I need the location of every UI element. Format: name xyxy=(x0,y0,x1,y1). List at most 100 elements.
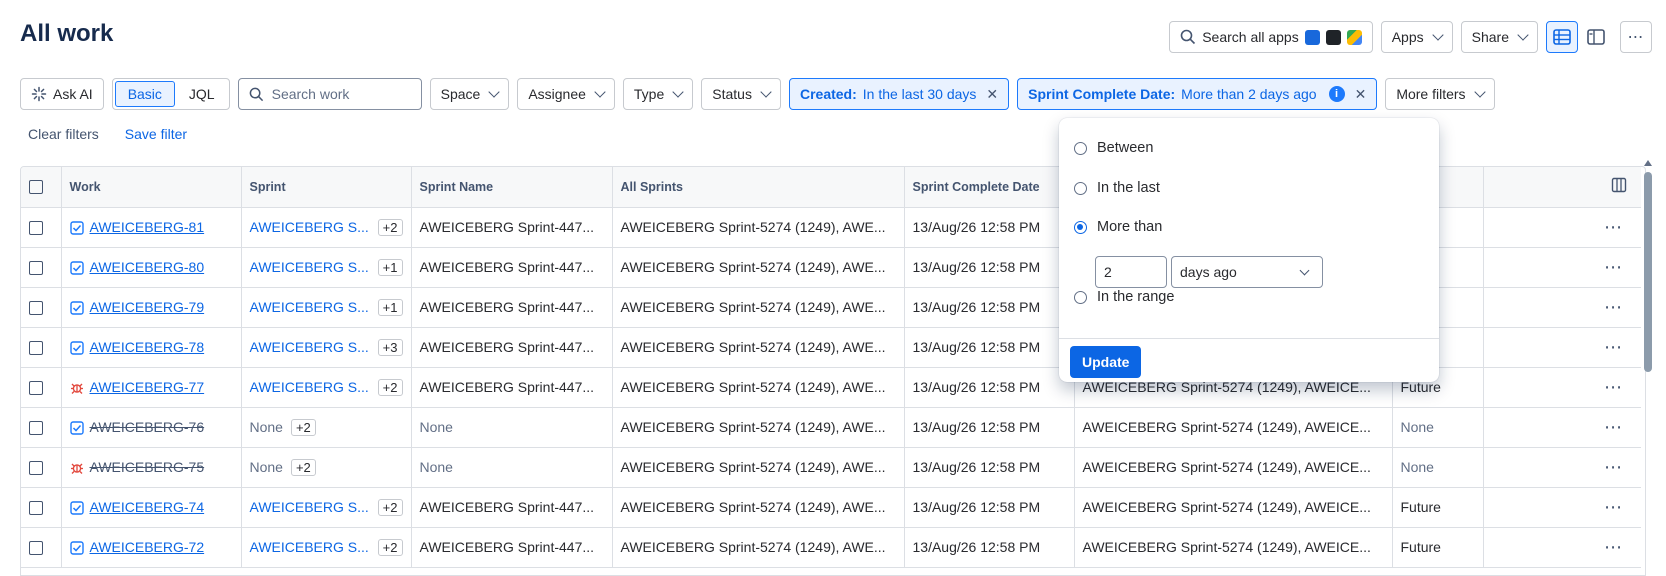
sprint-name-cell: None xyxy=(411,447,613,488)
work-key-link[interactable]: AWEICEBERG-77 xyxy=(90,379,205,395)
all-sprints-cell: AWEICEBERG Sprint-5274 (1249), AWE... xyxy=(612,247,905,288)
more-icon[interactable]: ⋯ xyxy=(1604,257,1623,277)
remove-filter-icon[interactable]: ✕ xyxy=(986,86,998,103)
basic-mode-option[interactable]: Basic xyxy=(114,81,175,107)
more-icon[interactable]: ⋯ xyxy=(1604,497,1623,517)
more-sprints-badge[interactable]: +2 xyxy=(377,498,403,516)
row-checkbox[interactable] xyxy=(29,421,43,436)
row-checkbox[interactable] xyxy=(29,541,43,556)
option-more-than[interactable]: More than xyxy=(1074,219,1162,235)
columns-icon[interactable] xyxy=(1611,177,1627,193)
search-work-input[interactable]: Search work xyxy=(237,78,422,110)
work-key-link[interactable]: AWEICEBERG-81 xyxy=(90,219,205,235)
story-icon xyxy=(69,501,84,515)
remove-filter-icon[interactable]: ✕ xyxy=(1355,86,1367,103)
more-icon[interactable]: ⋯ xyxy=(1604,417,1623,437)
more-sprints-badge[interactable]: +2 xyxy=(377,538,403,556)
work-key-link[interactable]: AWEICEBERG-75 xyxy=(90,459,205,475)
more-icon[interactable]: ⋯ xyxy=(1604,457,1623,477)
more-icon[interactable]: ⋯ xyxy=(1604,297,1623,317)
row-checkbox[interactable] xyxy=(29,341,43,356)
work-key-link[interactable]: AWEICEBERG-76 xyxy=(90,419,205,435)
row-checkbox[interactable] xyxy=(29,501,43,516)
sprint-column-header[interactable]: Sprint xyxy=(241,167,412,208)
status-filter-button[interactable]: Status xyxy=(701,78,781,110)
sprint-cell: AWEICEBERG S... +2 xyxy=(241,527,412,568)
detail-view-button[interactable] xyxy=(1580,21,1612,53)
option-in-the-range[interactable]: In the range xyxy=(1074,289,1174,305)
assignee-filter-button[interactable]: Assignee xyxy=(517,78,615,110)
table-row[interactable]: AWEICEBERG-75 None +2 None AWEICEBERG Sprint… xyxy=(21,447,1641,488)
ask-ai-button[interactable]: Ask AI xyxy=(20,78,104,110)
save-filter-link[interactable]: Save filter xyxy=(125,126,187,142)
sprint-link[interactable]: AWEICEBERG S... xyxy=(250,379,369,395)
row-checkbox[interactable] xyxy=(29,301,43,316)
sprint-name-column-header[interactable]: Sprint Name xyxy=(411,167,613,208)
sprint-link[interactable]: AWEICEBERG S... xyxy=(250,339,369,355)
sprint-link[interactable]: AWEICEBERG S... xyxy=(250,539,369,555)
share-button[interactable]: Share xyxy=(1460,21,1538,53)
radio-in-the-range[interactable] xyxy=(1074,290,1087,304)
row-checkbox[interactable] xyxy=(29,261,43,276)
type-filter-button[interactable]: Type xyxy=(622,78,694,110)
sprint-link[interactable]: AWEICEBERG S... xyxy=(250,219,369,235)
radio-between[interactable] xyxy=(1074,141,1087,155)
work-column-header[interactable]: Work xyxy=(61,167,242,208)
sprint-link[interactable]: AWEICEBERG S... xyxy=(250,299,369,315)
work-key-link[interactable]: AWEICEBERG-80 xyxy=(90,259,205,275)
list-view-button[interactable] xyxy=(1546,21,1578,53)
more-icon[interactable]: ⋯ xyxy=(1604,377,1623,397)
more-icon[interactable]: ⋯ xyxy=(1604,537,1623,557)
more-actions-button[interactable]: ⋯ xyxy=(1620,21,1652,53)
sprint-complete-date-filter-pill[interactable]: Sprint Complete Date: More than 2 days a… xyxy=(1017,78,1378,110)
radio-in-the-last[interactable] xyxy=(1074,181,1087,195)
sprint-link[interactable]: AWEICEBERG S... xyxy=(250,259,369,275)
all-sprints-cell: AWEICEBERG Sprint-5274 (1249), AWE... xyxy=(612,207,905,248)
table-row[interactable]: AWEICEBERG-76 None +2 None AWEICEBERG Sprint… xyxy=(21,407,1641,448)
more-icon[interactable]: ⋯ xyxy=(1604,217,1623,237)
apps-button[interactable]: Apps xyxy=(1380,21,1453,53)
more-sprints-badge[interactable]: +2 xyxy=(377,218,403,236)
clear-filters-link[interactable]: Clear filters xyxy=(28,126,99,142)
sprint-complete-date-cell: 13/Aug/26 12:58 PM xyxy=(904,487,1075,528)
all-sprints-cell: AWEICEBERG Sprint-5274 (1249), AWE... xyxy=(612,327,905,368)
amount-input[interactable]: 2 xyxy=(1095,256,1167,288)
row-checkbox[interactable] xyxy=(29,381,43,396)
sprint-complete-date-column-header[interactable]: Sprint Complete Date xyxy=(904,167,1075,208)
jql-mode-option[interactable]: JQL xyxy=(177,81,227,107)
chevron-down-icon xyxy=(488,86,500,98)
more-sprints-badge[interactable]: +2 xyxy=(290,458,316,476)
view-toggle xyxy=(1546,21,1612,53)
created-filter-pill[interactable]: Created: In the last 30 days ✕ xyxy=(788,78,1010,110)
table-row[interactable]: AWEICEBERG-72 AWEICEBERG S... +2 AWEICEBERG… xyxy=(21,527,1641,568)
more-sprints-badge[interactable]: +1 xyxy=(377,258,403,276)
scroll-up-arrow[interactable] xyxy=(1644,160,1652,166)
more-sprints-badge[interactable]: +1 xyxy=(377,298,403,316)
row-checkbox[interactable] xyxy=(29,461,43,476)
more-sprints-badge[interactable]: +2 xyxy=(377,378,403,396)
more-icon[interactable]: ⋯ xyxy=(1604,337,1623,357)
radio-more-than[interactable] xyxy=(1074,220,1087,234)
more-sprints-badge[interactable]: +2 xyxy=(290,418,316,436)
all-sprints-column-header[interactable]: All Sprints xyxy=(612,167,905,208)
work-key-link[interactable]: AWEICEBERG-79 xyxy=(90,299,205,315)
work-key-link[interactable]: AWEICEBERG-78 xyxy=(90,339,205,355)
info-icon[interactable]: i xyxy=(1328,86,1345,102)
table-row[interactable]: AWEICEBERG-74 AWEICEBERG S... +2 AWEICEBERG… xyxy=(21,487,1641,528)
update-button[interactable]: Update xyxy=(1070,346,1142,378)
option-between[interactable]: Between xyxy=(1074,140,1153,156)
more-sprints-badge[interactable]: +3 xyxy=(377,338,403,356)
all-sprints-cell: AWEICEBERG Sprint-5274 (1249), AWE... xyxy=(612,407,905,448)
search-all-apps-button[interactable]: Search all apps xyxy=(1169,21,1373,53)
vertical-scrollbar[interactable] xyxy=(1644,172,1652,372)
space-filter-button[interactable]: Space xyxy=(429,78,510,110)
select-all-checkbox[interactable] xyxy=(29,180,43,195)
unit-select[interactable]: days ago xyxy=(1171,256,1323,288)
option-in-the-last[interactable]: In the last xyxy=(1074,180,1160,196)
row-select-cell xyxy=(21,287,62,328)
work-key-link[interactable]: AWEICEBERG-74 xyxy=(90,499,205,515)
row-checkbox[interactable] xyxy=(29,221,43,236)
more-filters-button[interactable]: More filters xyxy=(1385,78,1495,110)
work-key-link[interactable]: AWEICEBERG-72 xyxy=(90,539,205,555)
sprint-link[interactable]: AWEICEBERG S... xyxy=(250,499,369,515)
